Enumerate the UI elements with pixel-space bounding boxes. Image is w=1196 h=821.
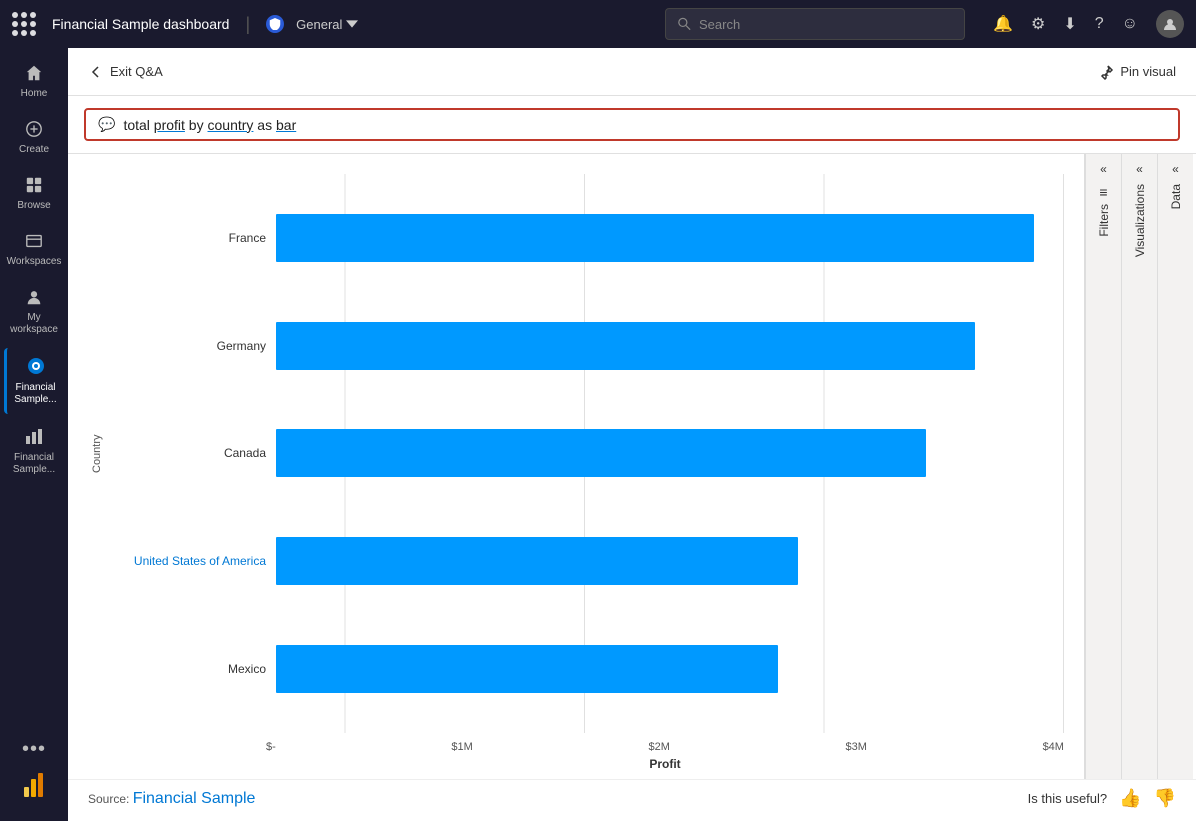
content-area: Exit Q&A Pin visual 💬 total profit by co… bbox=[68, 48, 1196, 821]
create-icon bbox=[25, 120, 43, 141]
bar-fill bbox=[276, 537, 798, 585]
sidebar-item-create[interactable]: Create bbox=[4, 112, 64, 164]
pin-icon bbox=[1098, 64, 1114, 80]
bar-row: France bbox=[106, 212, 1064, 264]
top-navigation: Financial Sample dashboard | General 🔔 ⚙… bbox=[0, 0, 1196, 48]
sidebar: Home Create Browse Workspaces My workspa… bbox=[0, 48, 68, 821]
source-link[interactable]: Financial Sample bbox=[133, 790, 256, 807]
sidebar-bottom: ••• bbox=[18, 738, 50, 813]
viz-label: Visualizations bbox=[1133, 184, 1147, 257]
browse-icon bbox=[25, 176, 43, 197]
main-layout: Home Create Browse Workspaces My workspa… bbox=[0, 48, 1196, 821]
x-axis-ticks: $- $1M $2M $3M $4M bbox=[266, 741, 1064, 753]
bar-row: United States of America bbox=[106, 535, 1064, 587]
financial-active-icon bbox=[26, 356, 46, 379]
x-tick: $1M bbox=[451, 741, 472, 753]
source-prefix: Source: bbox=[88, 792, 133, 806]
query-bar: 💬 total profit by country as bar bbox=[68, 96, 1196, 154]
bar-label: United States of America bbox=[106, 554, 266, 568]
app-title: Financial Sample dashboard bbox=[52, 16, 229, 32]
bar-track bbox=[276, 643, 1064, 695]
more-options-icon[interactable]: ••• bbox=[22, 738, 46, 761]
chart-main: Country France Germany Canada United Sta… bbox=[68, 154, 1084, 779]
powerbi-logo bbox=[18, 769, 50, 801]
filters-label: Filters bbox=[1097, 204, 1111, 237]
feedback-icon[interactable]: ☺ bbox=[1122, 15, 1138, 33]
bar-label: France bbox=[106, 231, 266, 245]
bar-row: Germany bbox=[106, 320, 1064, 372]
download-icon[interactable]: ⬇ bbox=[1063, 14, 1076, 34]
filters-chevron-icon: « bbox=[1100, 162, 1107, 176]
filters-panel-tab[interactable]: « ≡ Filters bbox=[1085, 154, 1121, 779]
search-box[interactable] bbox=[665, 8, 965, 40]
query-chat-icon: 💬 bbox=[98, 116, 115, 133]
workspace-selector[interactable]: General bbox=[296, 17, 358, 32]
visualizations-panel-tab[interactable]: « Visualizations bbox=[1121, 154, 1157, 779]
filters-icon: ≡ bbox=[1099, 184, 1107, 200]
chart-body: France Germany Canada United States of A… bbox=[106, 174, 1064, 733]
exit-qa-button[interactable]: Exit Q&A bbox=[88, 64, 163, 80]
viz-chevron-icon: « bbox=[1136, 162, 1143, 176]
sidebar-item-financial-sample-1[interactable]: Financial Sample... bbox=[4, 348, 64, 414]
bar-fill bbox=[276, 645, 778, 693]
bar-track bbox=[276, 320, 1064, 372]
myworkspace-icon bbox=[25, 288, 43, 309]
x-tick: $- bbox=[266, 741, 276, 753]
sidebar-item-myworkspace[interactable]: My workspace bbox=[4, 280, 64, 344]
avatar[interactable] bbox=[1156, 10, 1184, 38]
sidebar-item-workspaces[interactable]: Workspaces bbox=[4, 224, 64, 276]
thumbs-up-button[interactable]: 👍 bbox=[1119, 788, 1141, 809]
x-tick: $3M bbox=[846, 741, 867, 753]
bar-fill bbox=[276, 214, 1034, 262]
app-grid-icon[interactable] bbox=[12, 12, 36, 36]
source-info: Source: Financial Sample bbox=[88, 790, 255, 808]
chart-footer: Source: Financial Sample Is this useful?… bbox=[68, 779, 1196, 821]
bar-track bbox=[276, 427, 1064, 479]
feedback-text: Is this useful? bbox=[1028, 791, 1108, 806]
data-chevron-icon: « bbox=[1172, 162, 1179, 176]
nav-icons: 🔔 ⚙ ⬇ ? ☺ bbox=[993, 10, 1184, 38]
right-panels: « ≡ Filters « Visualizations « Data bbox=[1084, 154, 1196, 779]
search-input[interactable] bbox=[699, 17, 952, 32]
x-tick: $4M bbox=[1043, 741, 1064, 753]
pin-visual-button[interactable]: Pin visual bbox=[1098, 64, 1176, 80]
notification-icon[interactable]: 🔔 bbox=[993, 14, 1013, 34]
bar-row: Mexico bbox=[106, 643, 1064, 695]
x-axis: $- $1M $2M $3M $4M bbox=[266, 733, 1064, 757]
settings-icon[interactable]: ⚙ bbox=[1031, 14, 1045, 34]
nav-divider: | bbox=[245, 14, 250, 35]
chart-container: Country France Germany Canada United Sta… bbox=[68, 154, 1196, 779]
shield-icon bbox=[266, 15, 284, 33]
search-icon bbox=[678, 17, 691, 31]
back-arrow-icon bbox=[88, 64, 104, 80]
data-panel-tab[interactable]: « Data bbox=[1157, 154, 1193, 779]
data-label: Data bbox=[1169, 184, 1183, 209]
financial-chart-icon bbox=[24, 426, 44, 449]
bar-label: Germany bbox=[106, 339, 266, 353]
bar-row: Canada bbox=[106, 427, 1064, 479]
bar-track bbox=[276, 212, 1064, 264]
bar-chart: Country France Germany Canada United Sta… bbox=[88, 174, 1064, 779]
query-text: total profit by country as bar bbox=[123, 117, 296, 133]
bar-fill bbox=[276, 429, 926, 477]
bar-label: Canada bbox=[106, 446, 266, 460]
bar-label: Mexico bbox=[106, 662, 266, 676]
workspaces-icon bbox=[25, 232, 43, 253]
x-axis-label: Profit bbox=[266, 757, 1064, 779]
sidebar-item-home[interactable]: Home bbox=[4, 56, 64, 108]
y-axis-label: Country bbox=[88, 174, 106, 733]
sidebar-item-financial-sample-2[interactable]: Financial Sample... bbox=[4, 418, 64, 484]
feedback-area: Is this useful? 👍 👎 bbox=[1028, 788, 1176, 809]
bar-track bbox=[276, 535, 1064, 587]
bar-fill bbox=[276, 322, 975, 370]
sidebar-item-browse[interactable]: Browse bbox=[4, 168, 64, 220]
thumbs-down-button[interactable]: 👎 bbox=[1154, 788, 1176, 809]
query-input[interactable]: 💬 total profit by country as bar bbox=[84, 108, 1180, 141]
help-icon[interactable]: ? bbox=[1095, 15, 1104, 33]
content-header: Exit Q&A Pin visual bbox=[68, 48, 1196, 96]
home-icon bbox=[25, 64, 43, 85]
x-tick: $2M bbox=[648, 741, 669, 753]
